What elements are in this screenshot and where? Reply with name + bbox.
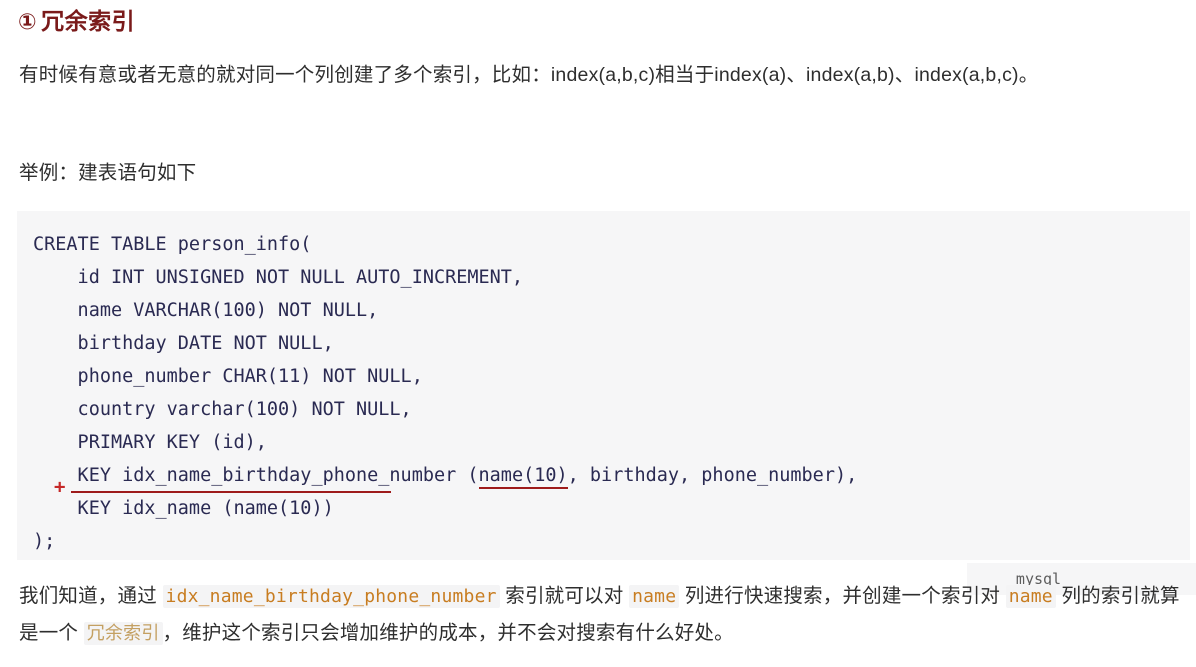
conclusion-text-2: 索引就可以对: [499, 585, 630, 607]
sql-code-block: CREATE TABLE person_info( id INT UNSIGNE…: [17, 211, 1190, 560]
inline-code-name-2: name: [1005, 585, 1056, 608]
annotation-strikethrough-line: [71, 491, 391, 493]
heading-title: 冗余索引: [41, 8, 136, 34]
inline-code-redundant-index: 冗余索引: [83, 622, 163, 645]
sql-code-text: CREATE TABLE person_info( id INT UNSIGNE…: [33, 234, 858, 552]
conclusion-text-1: 我们知道，通过: [19, 585, 163, 607]
section-heading: ① 冗余索引: [18, 2, 135, 36]
conclusion-text-3: 列进行快速搜索，并创建一个索引: [679, 585, 981, 607]
inline-code-name-1: name: [629, 585, 680, 608]
conclusion-paragraph: 我们知道，通过 idx_name_birthday_phone_number 索…: [19, 578, 1184, 652]
conclusion-text-4: 对: [980, 585, 1006, 607]
inline-code-index-name: idx_name_birthday_phone_number: [162, 585, 500, 608]
example-paragraph: 举例：建表语句如下: [19, 162, 197, 184]
annotation-plus-icon: +: [54, 476, 66, 498]
heading-marker: ①: [18, 9, 38, 34]
article-page: ① 冗余索引 有时候有意或者无意的就对同一个列创建了多个索引，比如：index(a…: [0, 0, 1196, 667]
intro-paragraph: 有时候有意或者无意的就对同一个列创建了多个索引，比如：index(a,b,c)相…: [19, 64, 1039, 86]
conclusion-text-6: ，维护这个索引只会增加维护的成本，并不会对搜索有什么好处。: [162, 622, 734, 644]
